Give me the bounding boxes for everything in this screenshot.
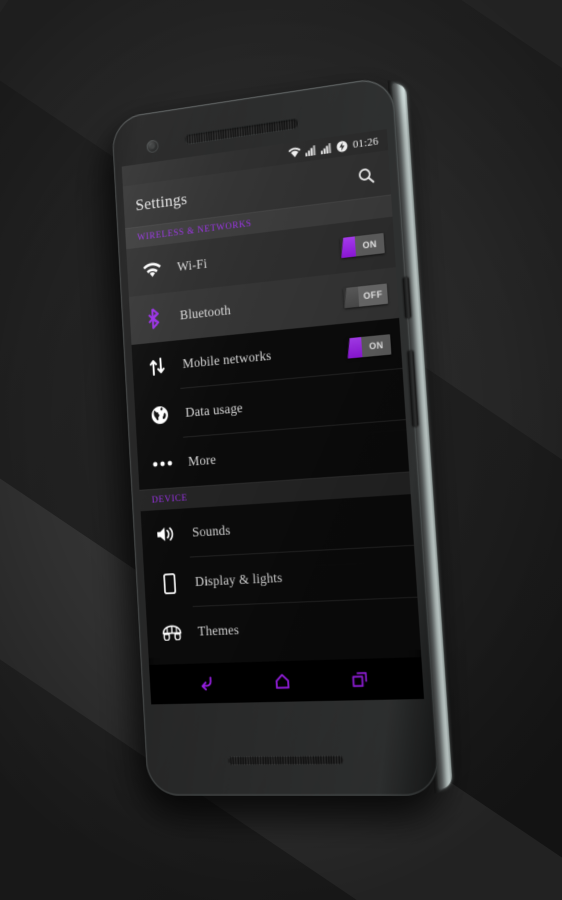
page-title: Settings [135, 189, 188, 215]
settings-row-label: Themes [197, 622, 240, 639]
wifi-icon [288, 146, 302, 159]
themes-mask-icon [159, 624, 186, 641]
bluetooth-icon [141, 306, 167, 330]
status-bar-clock: 01:26 [352, 134, 379, 151]
more-dots-icon [150, 460, 176, 468]
phone-screen: 01:26 Settings WIRELESS & NETWORKS Wi-Fi… [121, 129, 425, 705]
toggle-knob [340, 236, 356, 258]
settings-row-label: More [187, 451, 217, 469]
battery-charging-icon [336, 139, 348, 153]
settings-list-wireless: Wi-Fi ON Bluetooth OFF Mobile networks O… [126, 216, 410, 490]
wifi-icon [139, 261, 165, 279]
nav-home-button[interactable] [265, 666, 300, 697]
settings-row-themes[interactable]: Themes [145, 597, 421, 659]
settings-row-label: Wi-Fi [176, 256, 208, 275]
toggle-state-label: OFF [357, 283, 389, 307]
earpiece-speaker-icon [184, 117, 299, 146]
settings-row-label: Sounds [191, 522, 231, 540]
bottom-speaker-icon [227, 755, 345, 766]
nav-recents-button[interactable] [342, 664, 378, 696]
settings-row-label: Data usage [184, 400, 244, 420]
settings-list-device: Sounds Display & lights Themes [140, 494, 421, 659]
phone-device: 01:26 Settings WIRELESS & NETWORKS Wi-Fi… [101, 75, 453, 812]
wifi-toggle[interactable]: ON [340, 232, 385, 258]
nav-back-button[interactable] [190, 668, 223, 699]
toggle-state-label: ON [354, 232, 385, 257]
mobile-networks-icon [144, 356, 170, 378]
front-camera-icon [146, 139, 159, 154]
phone-display-icon [156, 572, 183, 594]
bluetooth-toggle[interactable]: OFF [343, 283, 389, 309]
toggle-knob [343, 287, 359, 309]
globe-icon [147, 404, 174, 426]
scene: 01:26 Settings WIRELESS & NETWORKS Wi-Fi… [0, 0, 562, 900]
cellular-signal-sim1-icon [305, 144, 317, 157]
cellular-signal-sim2-icon [320, 142, 332, 155]
phone-body: 01:26 Settings WIRELESS & NETWORKS Wi-Fi… [111, 75, 440, 796]
toggle-state-label: ON [361, 334, 392, 358]
navigation-bar [149, 657, 425, 705]
speaker-icon [153, 525, 180, 544]
mobile-networks-toggle[interactable]: ON [346, 334, 392, 359]
search-icon[interactable] [352, 161, 379, 190]
settings-row-label: Mobile networks [182, 347, 272, 372]
toggle-knob [346, 337, 362, 359]
settings-row-label: Display & lights [194, 569, 283, 590]
settings-row-label: Bluetooth [179, 302, 232, 323]
